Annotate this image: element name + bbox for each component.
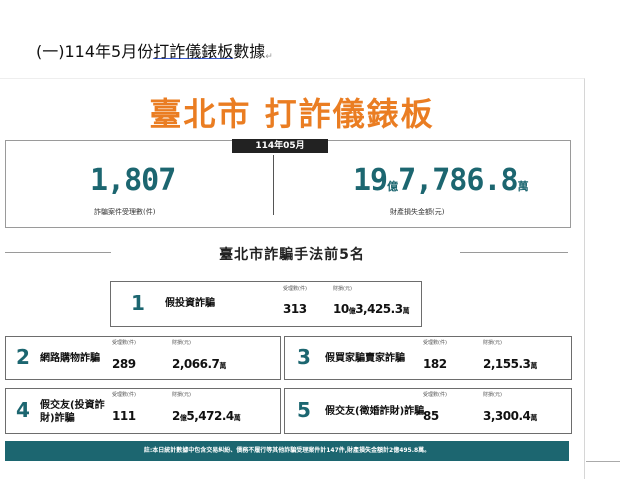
cases-col-label: 受理數(件) — [283, 286, 307, 292]
rank-name: 假交友(徵婚詐財)詐騙 — [325, 406, 425, 417]
rank-card-1: 1 假投資詐騙 受理數(件) 財損(元) 313 10億3,425.3萬 — [110, 281, 422, 327]
loss-col-label: 財損(元) — [483, 340, 502, 346]
rank-loss: 2億5,472.4萬 — [172, 409, 241, 423]
dashboard-title: 臺北市 打詐儀錶板 — [149, 95, 435, 133]
return-mark-icon: ↵ — [265, 52, 273, 62]
rank-cases: 289 — [112, 357, 136, 371]
loss-unit2: 萬 — [517, 180, 529, 193]
month-tag: 114年05月 — [232, 139, 328, 153]
cases-col-label: 受理數(件) — [423, 392, 447, 398]
rank-loss: 3,300.4萬 — [483, 409, 537, 423]
cases-label: 詐騙案件受理數(件) — [94, 208, 156, 216]
rank-number: 3 — [297, 345, 311, 369]
rank-card-5: 5 假交友(徵婚詐財)詐騙 受理數(件) 財損(元) 85 3,300.4萬 — [284, 388, 572, 434]
heading-suffix: 數據 — [233, 42, 266, 61]
heading-underlined: 打詐儀錶板 — [153, 42, 234, 61]
rank-card-4: 4 假交友(投資詐財)詐騙 受理數(件) 財損(元) 111 2億5,472.4… — [5, 388, 281, 434]
rank-cases: 313 — [283, 302, 307, 316]
loss-col-label: 財損(元) — [172, 392, 191, 398]
rank-name: 假投資詐騙 — [165, 298, 215, 309]
rank-loss: 2,066.7萬 — [172, 357, 226, 371]
cases-col-label: 受理數(件) — [112, 340, 136, 346]
rank-name: 假交友(投資詐財)詐騙 — [40, 400, 105, 424]
rank-cases: 182 — [423, 357, 447, 371]
section-title: 臺北市詐騙手法前5名 — [219, 247, 365, 263]
loss-col-label: 財損(元) — [483, 392, 502, 398]
cases-col-label: 受理數(件) — [423, 340, 447, 346]
section-heading: (一)114年5月份打詐儀錶板數據↵ — [36, 38, 273, 62]
summary-box: 114年05月 1,807 詐騙案件受理數(件) 19億7,786.8萬 財產損… — [5, 139, 571, 228]
loss-amount: 19億7,786.8萬 — [353, 163, 529, 198]
footnote-bar: 註:本日統計數據中包含交易糾紛、債務不履行等其他詐騙受理案件計147件,財產損失… — [5, 441, 569, 461]
rank-number: 1 — [131, 291, 145, 315]
rank-name: 假買家騙賣家詐騙 — [325, 353, 405, 364]
summary-divider — [273, 155, 274, 215]
heading-prefix: (一)114年5月份 — [36, 42, 154, 61]
rank-number: 2 — [16, 345, 30, 369]
rank-number: 4 — [16, 398, 30, 422]
loss-part1: 19 — [353, 163, 388, 198]
page-edge-rule — [586, 461, 620, 462]
rank-card-3: 3 假買家騙賣家詐騙 受理數(件) 財損(元) 182 2,155.3萬 — [284, 336, 572, 380]
rank-loss: 2,155.3萬 — [483, 357, 537, 371]
loss-label: 財產損失金額(元) — [390, 208, 445, 216]
dashboard-image: 臺北市 打詐儀錶板 114年05月 1,807 詐騙案件受理數(件) 19億7,… — [0, 78, 585, 479]
loss-part2: 7,786.8 — [398, 163, 518, 198]
rank-cases: 111 — [112, 409, 136, 423]
rank-number: 5 — [297, 398, 311, 422]
rank-card-2: 2 網路購物詐騙 受理數(件) 財損(元) 289 2,066.7萬 — [5, 336, 281, 380]
cases-col-label: 受理數(件) — [112, 392, 136, 398]
rank-loss: 10億3,425.3萬 — [333, 302, 410, 316]
cases-count: 1,807 — [90, 163, 176, 198]
loss-unit1: 億 — [387, 180, 399, 193]
rank-name: 網路購物詐騙 — [40, 353, 100, 364]
loss-col-label: 財損(元) — [333, 286, 352, 292]
rank-cases: 85 — [423, 409, 439, 423]
loss-col-label: 財損(元) — [172, 340, 191, 346]
